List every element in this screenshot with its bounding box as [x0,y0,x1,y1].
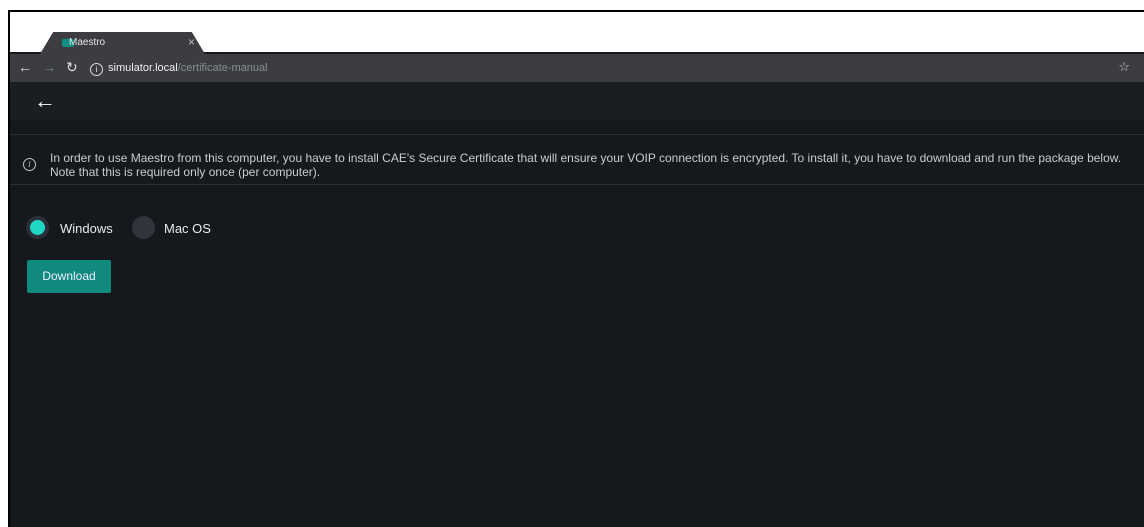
macos-radio[interactable] [132,216,155,239]
browser-window: Maestro × ← → ↻ i simulator.local/certifi… [8,10,1144,527]
tab-title: Maestro [69,37,106,48]
tab-close-icon[interactable]: × [188,35,195,49]
address-bar[interactable]: i simulator.local/certificate-manual [90,58,1120,78]
info-icon: i [23,158,36,171]
star-icon[interactable]: ☆ [1118,59,1130,75]
certificate-notice: In order to use Maestro from this comput… [50,151,1122,179]
back-arrow-icon[interactable]: ← [34,88,56,114]
url-path: /certificate-manual [177,62,268,74]
windows-radio[interactable] [26,216,49,239]
divider [10,184,1144,185]
windows-label[interactable]: Windows [60,221,113,236]
app-header: ← [10,82,1144,120]
reload-icon[interactable]: ↻ [66,60,78,74]
browser-titlebar: Maestro × [10,12,1144,54]
download-button[interactable]: Download [27,260,111,293]
macos-label[interactable]: Mac OS [164,221,211,236]
browser-forward-icon[interactable]: → [42,60,56,74]
browser-toolbar: ← → ↻ i simulator.local/certificate-manua… [10,54,1144,82]
browser-tab[interactable]: Maestro × [40,32,205,54]
divider [10,134,1144,135]
url-host: simulator.local [108,62,178,74]
site-info-icon[interactable]: i [90,63,103,76]
browser-back-icon[interactable]: ← [18,60,32,74]
